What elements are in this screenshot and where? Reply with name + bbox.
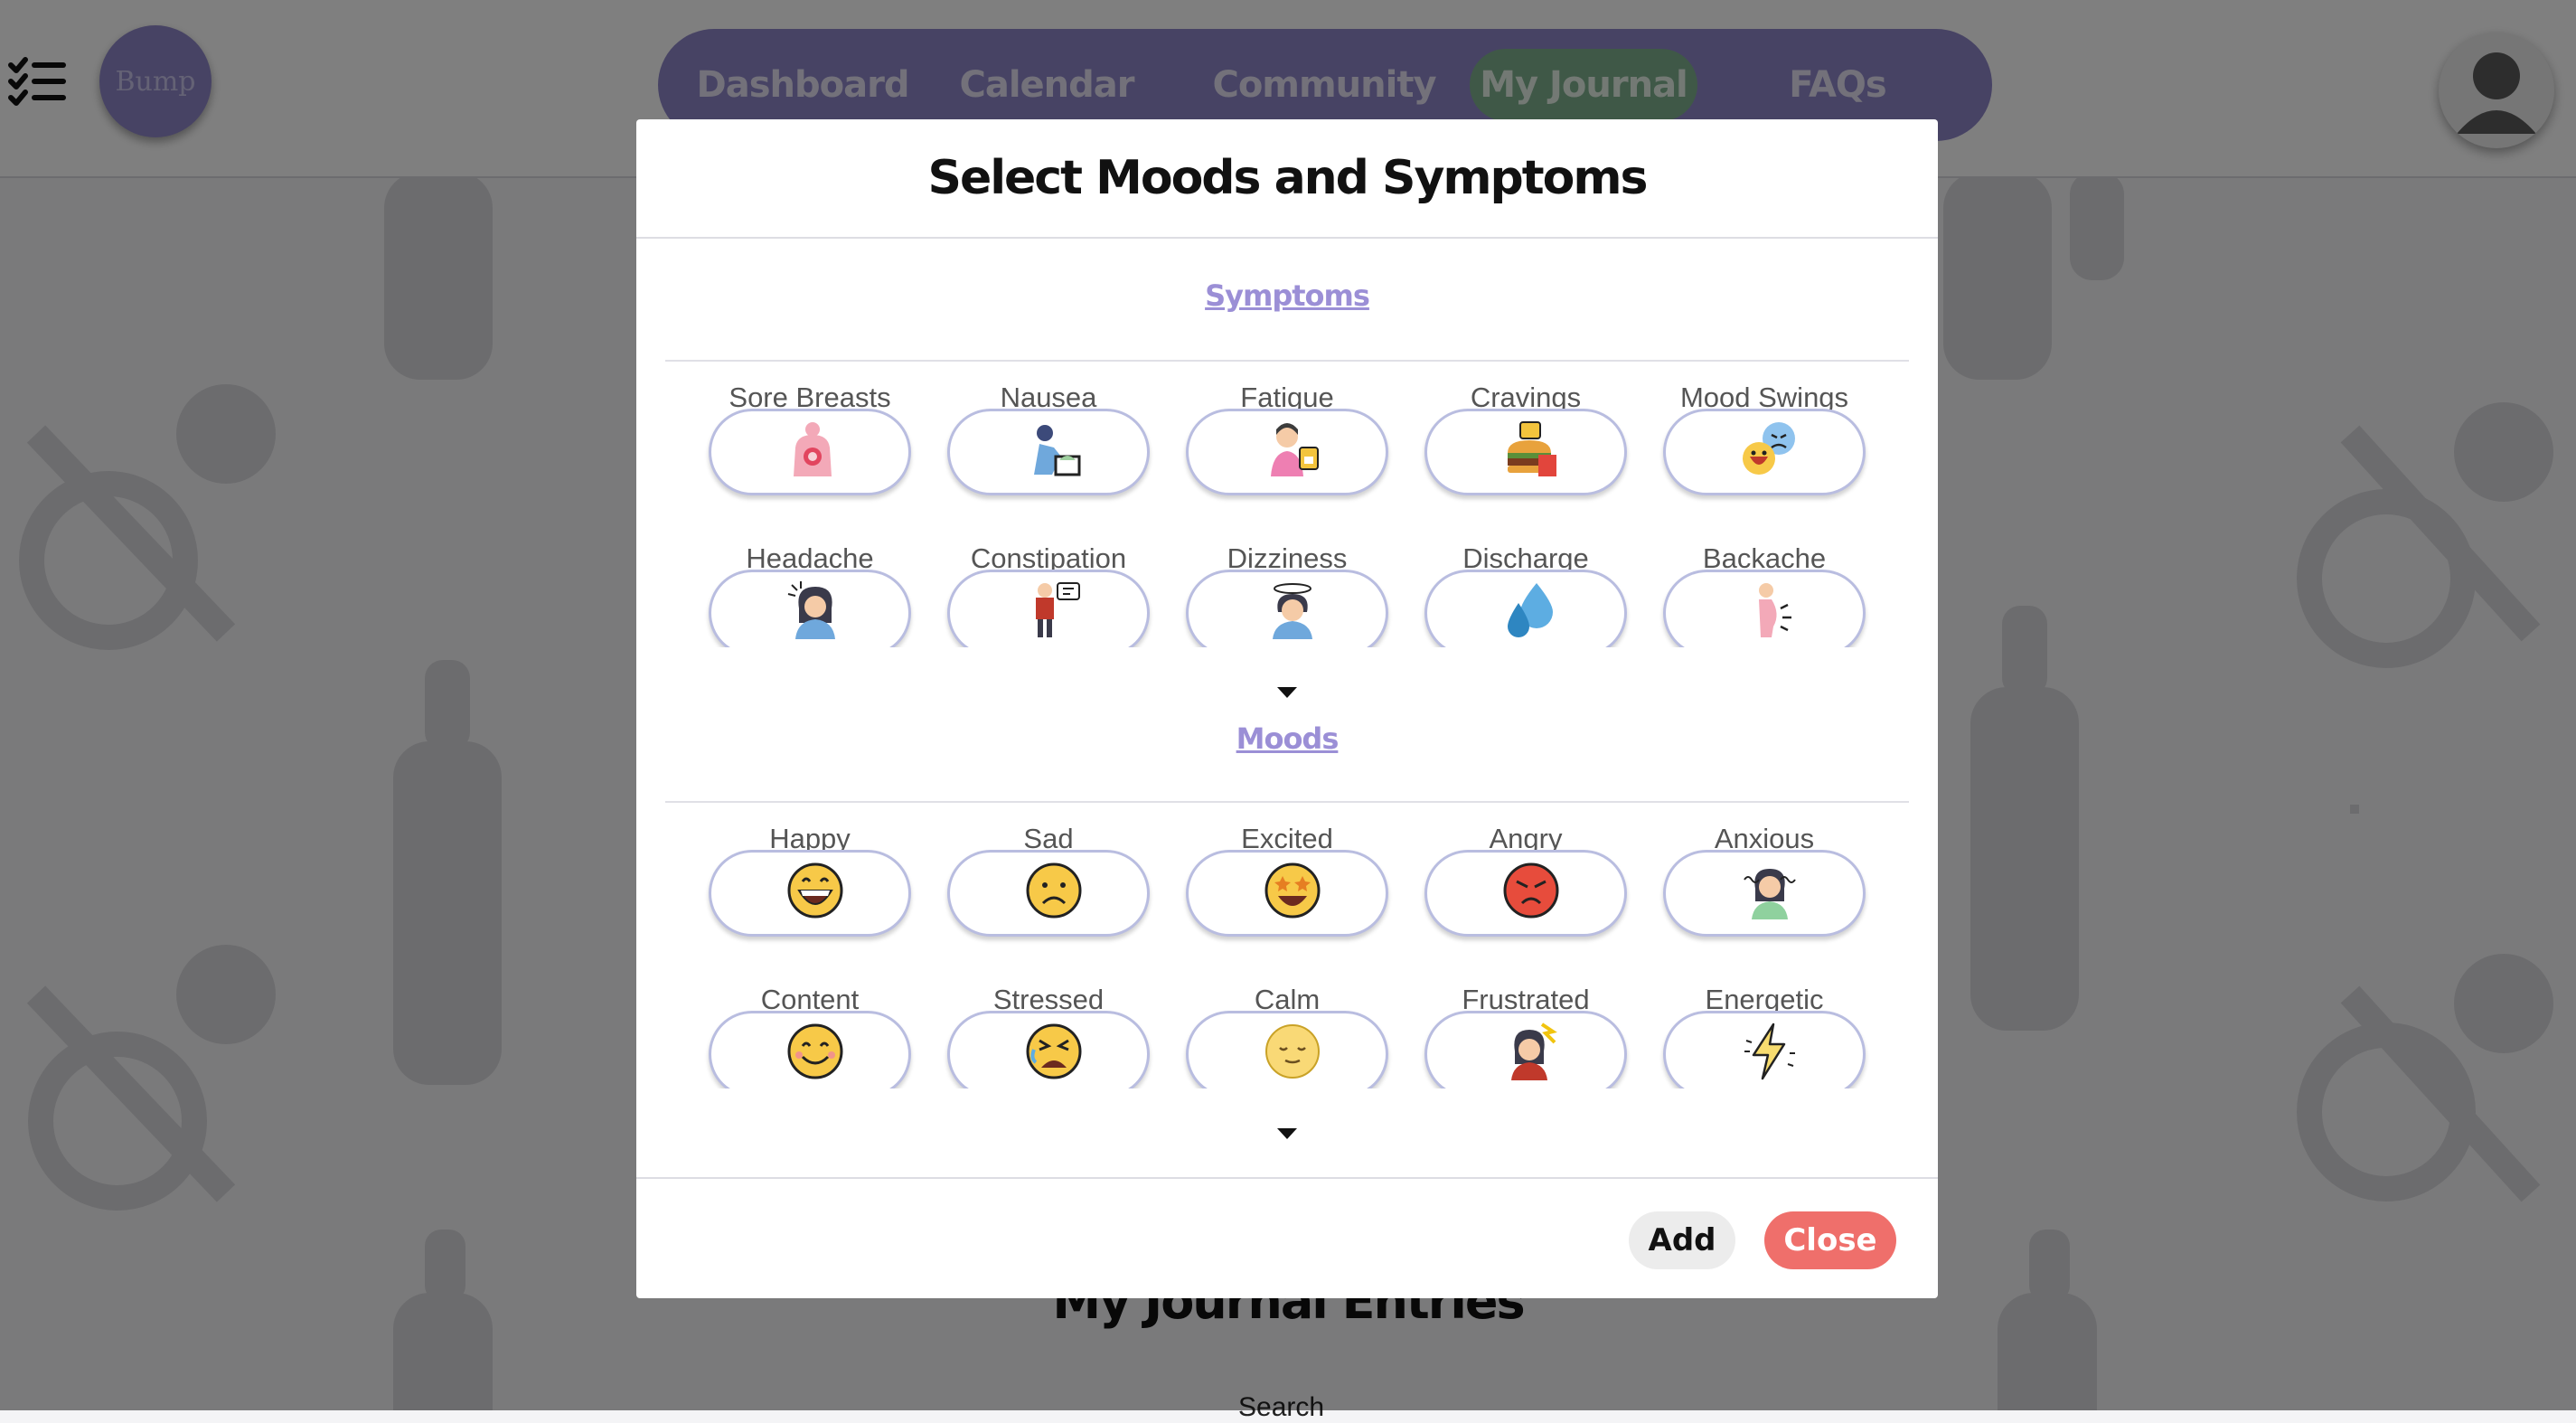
symptom-option[interactable]: Mood Swings [1663,382,1866,517]
symptoms-list[interactable]: Sore Breasts Nausea Fatigue Cravings Moo… [665,382,1909,647]
constipation-icon [1036,582,1080,637]
modal-title: Select Moods and Symptoms [927,151,1649,205]
symptom-option[interactable]: Cravings [1424,382,1627,517]
moods-list[interactable]: Happy Sad Excited Angry Anxious Content … [665,823,1909,1088]
fatigue-icon [1271,423,1319,476]
dizziness-icon [1273,583,1312,639]
moods-heading[interactable]: Moods [636,721,1938,756]
mood-option[interactable]: Content [709,984,911,1088]
symptoms-heading[interactable]: Symptoms [636,278,1938,313]
mood-swings-icon [1743,422,1795,475]
headache-icon [787,581,835,639]
modal-header: Select Moods and Symptoms [636,119,1938,239]
modal-footer: Add Close [636,1177,1938,1300]
mood-option[interactable]: Energetic [1663,984,1866,1088]
happy-face-icon [787,862,843,919]
symptom-option[interactable]: Dizziness [1186,542,1388,647]
mood-option[interactable]: Happy [709,823,911,958]
mood-button[interactable] [1424,1011,1627,1088]
moods-expand-icon[interactable] [1275,1126,1299,1141]
stressed-face-icon [1026,1023,1082,1079]
select-moods-symptoms-dialog: Select Moods and Symptoms Symptoms Sore … [636,119,1938,1298]
content-face-icon [787,1023,843,1079]
mood-button[interactable] [1663,850,1866,937]
mood-button[interactable] [1186,1011,1388,1088]
symptom-button[interactable] [709,409,911,495]
mood-button[interactable] [1186,850,1388,937]
symptom-option[interactable]: Constipation [947,542,1150,647]
symptom-button[interactable] [1663,570,1866,647]
excited-face-icon [1264,862,1321,919]
moods-divider [665,801,1909,803]
symptom-button[interactable] [1186,409,1388,495]
mood-option[interactable]: Sad [947,823,1150,958]
symptom-option[interactable]: Headache [709,542,911,647]
symptom-option[interactable]: Backache [1663,542,1866,647]
symptom-option[interactable]: Sore Breasts [709,382,911,517]
mood-button[interactable] [709,850,911,937]
angry-face-icon [1503,862,1559,919]
calm-face-icon [1265,1024,1320,1079]
mood-option[interactable]: Anxious [1663,823,1866,958]
mood-button[interactable] [1424,850,1627,937]
symptom-button[interactable] [1424,570,1627,647]
add-button[interactable]: Add [1629,1211,1735,1269]
symptom-button[interactable] [1424,409,1627,495]
symptom-option[interactable]: Fatigue [1186,382,1388,517]
symptom-button[interactable] [1663,409,1866,495]
mood-option[interactable]: Excited [1186,823,1388,958]
symptom-option[interactable]: Nausea [947,382,1150,517]
mood-option[interactable]: Angry [1424,823,1627,958]
mood-option[interactable]: Calm [1186,984,1388,1088]
mood-button[interactable] [947,850,1150,937]
discharge-icon [1508,583,1553,637]
mood-button[interactable] [1663,1011,1866,1088]
mood-option[interactable]: Stressed [947,984,1150,1088]
mood-button[interactable] [709,1011,911,1088]
symptom-option[interactable]: Discharge [1424,542,1627,647]
symptoms-expand-icon[interactable] [1275,685,1299,700]
backache-icon [1759,583,1791,637]
sore-breasts-icon [794,422,832,476]
anxious-icon [1744,869,1796,919]
mood-button[interactable] [947,1011,1150,1088]
symptom-button[interactable] [709,570,911,647]
symptom-button[interactable] [1186,570,1388,647]
energetic-bolt-icon [1744,1022,1795,1080]
symptoms-divider [665,360,1909,362]
mood-option[interactable]: Frustrated [1424,984,1627,1088]
sad-face-icon [1026,862,1082,919]
close-button[interactable]: Close [1764,1211,1896,1269]
symptom-button[interactable] [947,409,1150,495]
cravings-icon [1508,421,1556,476]
symptom-button[interactable] [947,570,1150,647]
frustrated-icon [1511,1022,1557,1080]
nausea-icon [1034,425,1081,476]
